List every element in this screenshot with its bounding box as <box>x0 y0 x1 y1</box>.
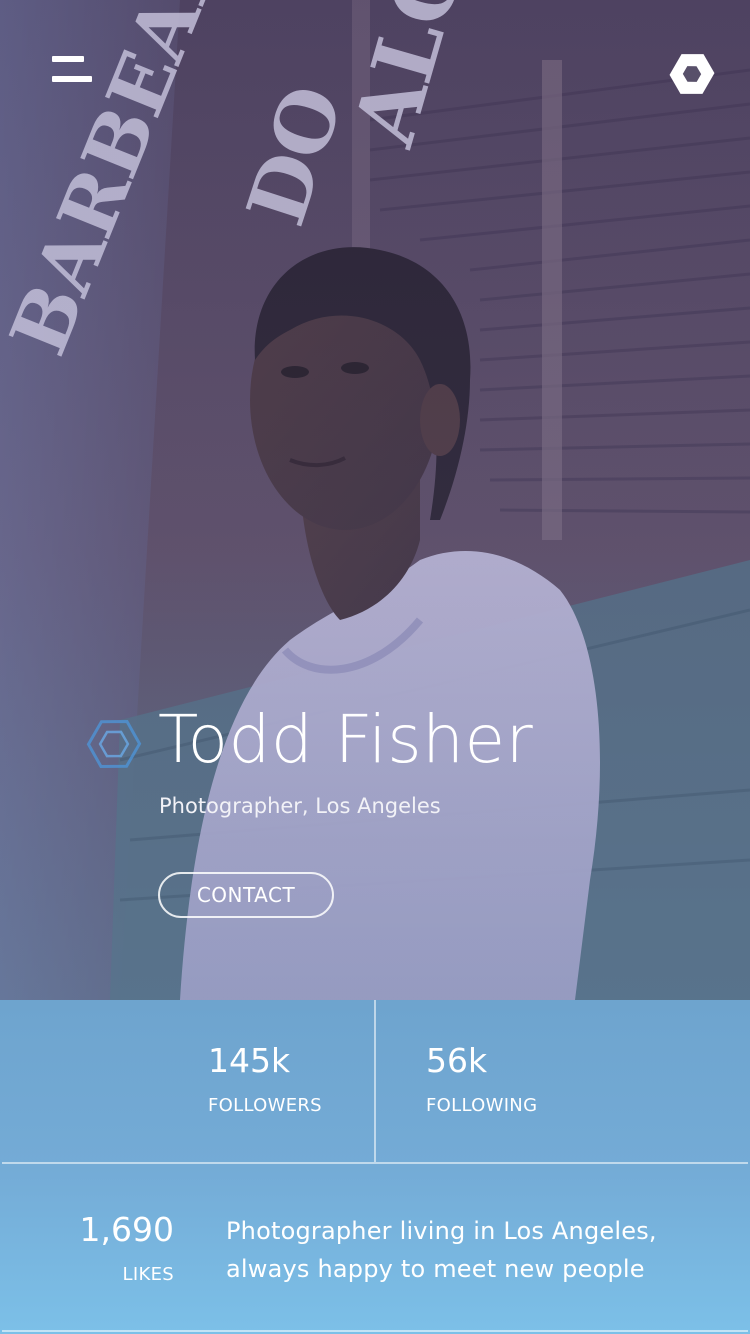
contact-button[interactable]: CONTACT <box>158 872 334 918</box>
profile-subtitle: Photographer, Los Angeles <box>159 794 441 818</box>
hexagon-icon <box>86 719 142 769</box>
profile-bio: Photographer living in Los Angeles, alwa… <box>226 1212 726 1288</box>
menu-icon <box>52 56 84 62</box>
likes-count: 1,690 <box>79 1210 174 1249</box>
following-label[interactable]: FOLLOWING <box>426 1094 537 1118</box>
profile-photo: BARBEARIA DO ALCIDES <box>0 0 750 1000</box>
hero-section: BARBEARIA DO ALCIDES <box>0 0 750 1000</box>
hexagon-settings-icon <box>669 54 715 94</box>
profile-name: Todd Fisher <box>158 701 534 778</box>
stats-bottom-divider <box>2 1330 748 1332</box>
profile-screen: BARBEARIA DO ALCIDES <box>0 0 750 1334</box>
bio-line-2: always happy to meet new people <box>226 1255 645 1283</box>
stats-horizontal-divider <box>2 1162 748 1164</box>
likes-label: LIKES <box>122 1264 174 1285</box>
stats-vertical-divider <box>374 1000 376 1162</box>
settings-button[interactable] <box>664 46 720 102</box>
followers-label[interactable]: FOLLOWERS <box>208 1094 322 1118</box>
following-count[interactable]: 56k <box>426 1041 487 1081</box>
bio-line-1: Photographer living in Los Angeles, <box>226 1217 657 1245</box>
menu-button[interactable] <box>44 48 100 92</box>
followers-count[interactable]: 145k <box>208 1041 290 1081</box>
menu-icon-line <box>52 76 92 82</box>
